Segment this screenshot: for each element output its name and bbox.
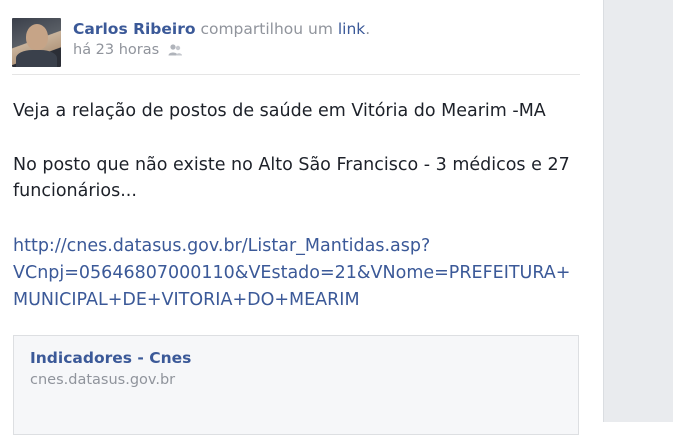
post-body-line-3: funcionários...: [13, 181, 137, 201]
avatar-head: [26, 24, 48, 50]
action-link[interactable]: link: [338, 20, 365, 38]
timestamp[interactable]: há 23 horas: [73, 42, 159, 58]
attachment-domain: cnes.datasus.gov.br: [30, 372, 176, 388]
avatar-shirt: [16, 50, 57, 67]
action-text: compartilhou um: [195, 20, 338, 38]
post-meta: há 23 horas: [73, 42, 183, 58]
post-url-line-3[interactable]: MUNICIPAL+DE+VITORIA+DO+MEARIM: [13, 287, 360, 313]
friends-icon[interactable]: [167, 43, 183, 57]
feed-post: Carlos Ribeiro compartilhou um link. há …: [0, 0, 603, 435]
post-body-line-2: No posto que não existe no Alto São Fran…: [13, 155, 570, 175]
post-body-line-1: Veja a relação de postos de saúde em Vit…: [13, 101, 546, 121]
header-divider: [12, 74, 580, 75]
post-header: Carlos Ribeiro compartilhou um link.: [73, 20, 370, 42]
action-end: .: [365, 20, 371, 38]
author-name[interactable]: Carlos Ribeiro: [73, 20, 196, 38]
post-url-line-1[interactable]: http://cnes.datasus.gov.br/Listar_Mantid…: [13, 233, 430, 259]
avatar[interactable]: [12, 18, 61, 67]
link-attachment-card[interactable]: Indicadores - Cnes cnes.datasus.gov.br: [13, 335, 579, 435]
post-url-line-2[interactable]: VCnpj=05646807000110&VEstado=21&VNome=PR…: [13, 260, 570, 286]
right-gutter: [603, 0, 673, 422]
attachment-title[interactable]: Indicadores - Cnes: [30, 349, 191, 367]
